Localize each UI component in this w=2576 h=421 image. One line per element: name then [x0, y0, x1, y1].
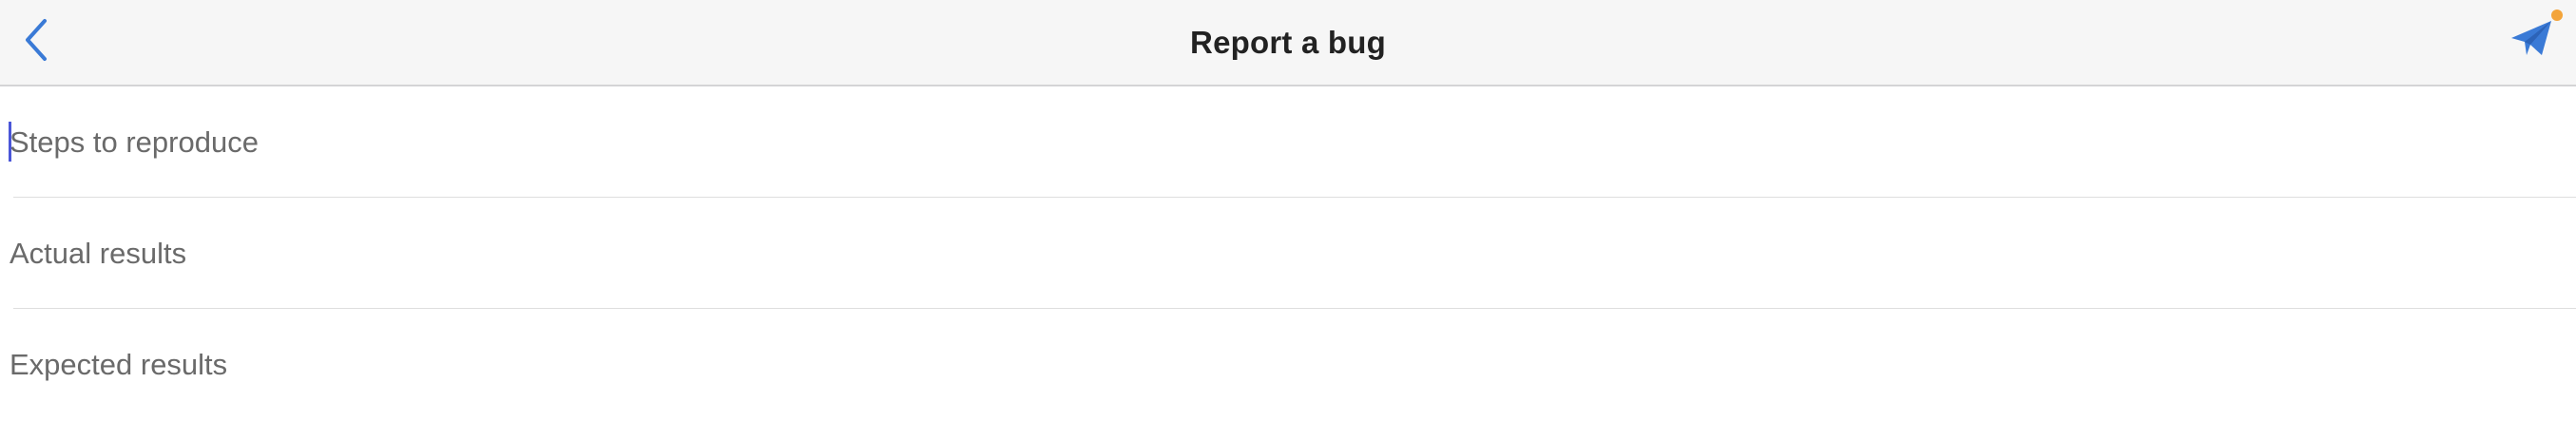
divider [13, 197, 2576, 198]
divider [13, 308, 2576, 309]
text-caret [9, 122, 11, 162]
steps-to-reproduce-placeholder: Steps to reproduce [10, 125, 259, 159]
actual-results-field[interactable]: Actual results [0, 199, 2576, 309]
expected-results-placeholder: Expected results [10, 348, 228, 381]
actual-results-placeholder: Actual results [10, 237, 187, 270]
steps-to-reproduce-field[interactable]: Steps to reproduce [0, 87, 2576, 198]
expected-results-field[interactable]: Expected results [0, 310, 2576, 420]
notification-dot [2551, 10, 2563, 21]
navigation-bar: Report a bug [0, 0, 2576, 86]
paper-plane-icon [2511, 21, 2551, 55]
page-title: Report a bug [1190, 25, 1386, 60]
send-button[interactable] [2500, 13, 2566, 70]
